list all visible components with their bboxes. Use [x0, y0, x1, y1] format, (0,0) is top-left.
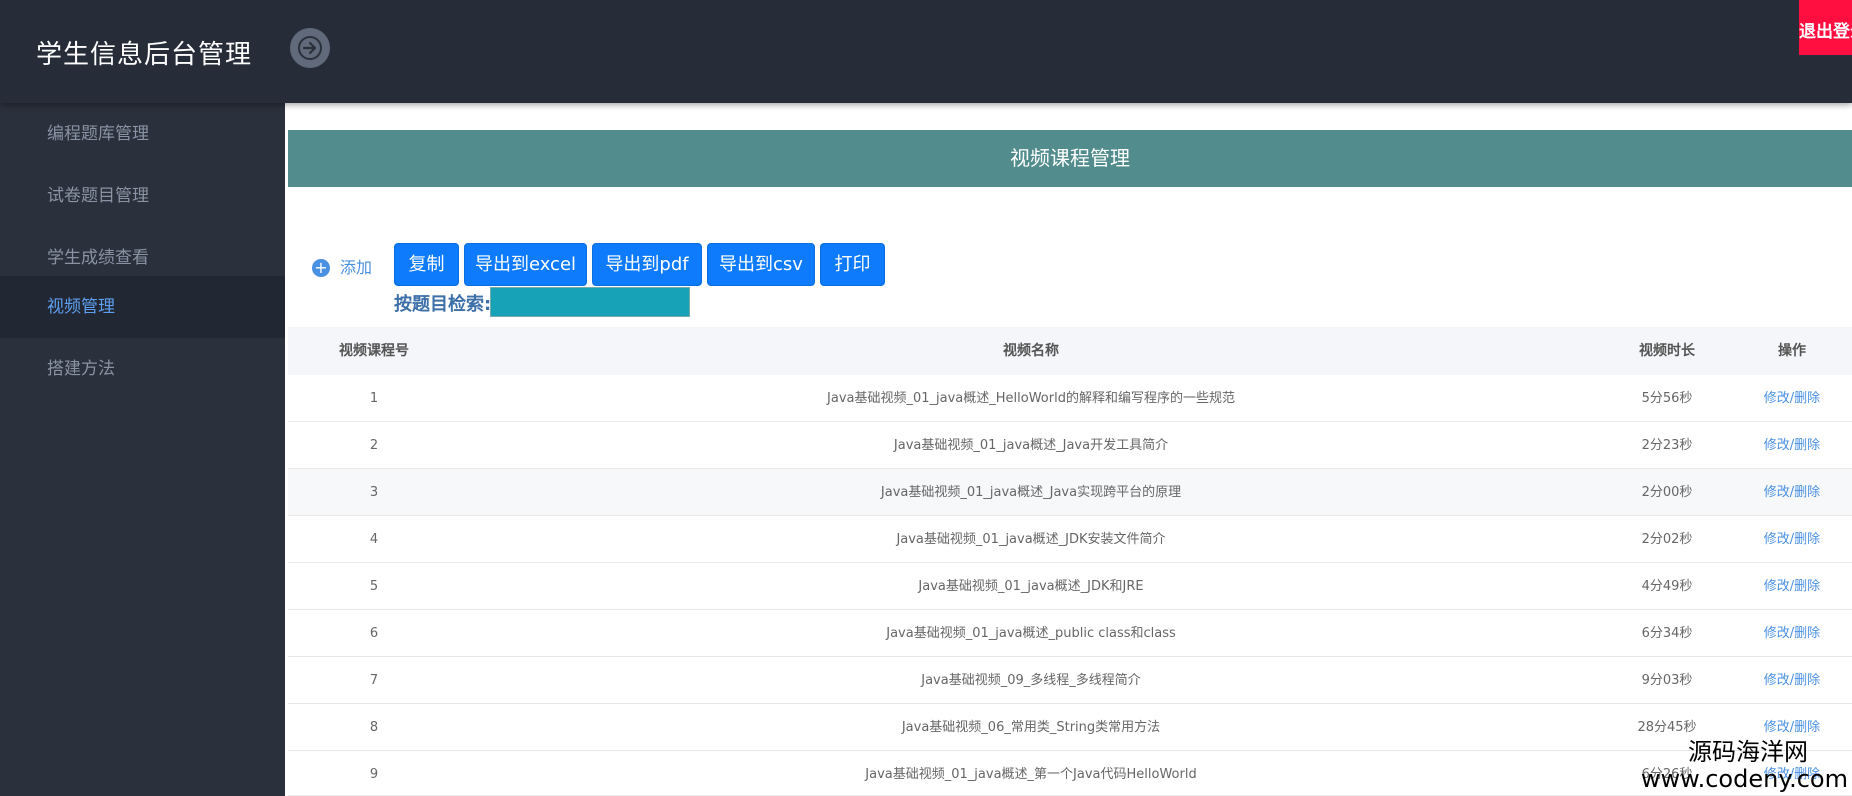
cell-name: Java基础视频_01_java概述_JDK安装文件简介	[896, 532, 1166, 547]
cell-id: 8	[369, 720, 379, 735]
arrow-right-icon	[298, 36, 322, 60]
top-header: 学生信息后台管理 退出登录	[0, 0, 1852, 103]
edit-delete-link[interactable]: 修改/删除	[1732, 422, 1852, 469]
sidebar-item-video-management[interactable]: 视频管理	[0, 276, 285, 338]
column-header-id[interactable]: 视频课程号	[288, 327, 460, 375]
cell-name: Java基础视频_01_java概述_HelloWorld的解释和编写程序的一些…	[827, 391, 1235, 406]
edit-delete-link[interactable]: 修改/删除	[1732, 657, 1852, 704]
plus-circle-icon: +	[312, 259, 330, 277]
cell-duration: 2分23秒	[1641, 438, 1693, 453]
cell-name: Java基础视频_06_常用类_String类常用方法	[901, 720, 1161, 735]
cell-name: Java基础视频_01_java概述_JDK和JRE	[918, 579, 1144, 594]
cell-id: 3	[369, 485, 379, 500]
table-row: 5 Java基础视频_01_java概述_JDK和JRE 4分49秒 修改/删除	[288, 563, 1852, 610]
cell-name: Java基础视频_01_java概述_Java实现跨平台的原理	[880, 485, 1182, 500]
column-header-name[interactable]: 视频名称	[460, 327, 1602, 375]
watermark: 源码海洋网 www.codeny.com	[1641, 738, 1848, 792]
table-row: 2 Java基础视频_01_java概述_Java开发工具简介 2分23秒 修改…	[288, 422, 1852, 469]
cell-name: Java基础视频_01_java概述_public class和class	[886, 626, 1176, 641]
main-content: 视频课程管理 + 添加 复制 导出到excel 导出到pdf 导出到csv 打印…	[285, 103, 1852, 796]
table-row: 6 Java基础视频_01_java概述_public class和class …	[288, 610, 1852, 657]
cell-duration: 5分56秒	[1641, 391, 1693, 406]
table-row: 7 Java基础视频_09_多线程_多线程简介 9分03秒 修改/删除	[288, 657, 1852, 704]
sidebar-item-code-bank[interactable]: 编程题库管理	[0, 103, 285, 165]
cell-id: 9	[369, 767, 379, 782]
cell-id: 2	[369, 438, 379, 453]
cell-name: Java基础视频_01_java概述_第一个Java代码HelloWorld	[865, 767, 1197, 782]
cell-duration: 6分34秒	[1641, 626, 1693, 641]
cell-id: 4	[369, 532, 379, 547]
cell-duration: 9分03秒	[1641, 673, 1693, 688]
edit-delete-link[interactable]: 修改/删除	[1732, 516, 1852, 563]
cell-id: 1	[369, 391, 379, 406]
cell-id: 7	[369, 673, 379, 688]
table-row: 4 Java基础视频_01_java概述_JDK安装文件简介 2分02秒 修改/…	[288, 516, 1852, 563]
panel-title: 视频课程管理	[288, 130, 1852, 187]
copy-button[interactable]: 复制	[394, 243, 459, 286]
cell-duration: 4分49秒	[1641, 579, 1693, 594]
column-header-actions: 操作	[1778, 343, 1806, 359]
add-button[interactable]: + 添加	[312, 253, 372, 279]
table-row: 8 Java基础视频_06_常用类_String类常用方法 28分45秒 修改/…	[288, 704, 1852, 751]
cell-id: 6	[369, 626, 379, 641]
add-label: 添加	[340, 258, 373, 277]
search-label: 按题目检索:	[394, 294, 492, 315]
edit-delete-link[interactable]: 修改/删除	[1732, 469, 1852, 516]
print-button[interactable]: 打印	[820, 243, 885, 286]
app-title: 学生信息后台管理	[36, 40, 253, 70]
watermark-site-name: 源码海洋网	[1688, 738, 1808, 766]
sidebar: 编程题库管理 试卷题目管理 学生成绩查看 视频管理 搭建方法	[0, 103, 285, 796]
table-row: 3 Java基础视频_01_java概述_Java实现跨平台的原理 2分00秒 …	[288, 469, 1852, 516]
edit-delete-link[interactable]: 修改/删除	[1732, 375, 1852, 422]
table-row: 1 Java基础视频_01_java概述_HelloWorld的解释和编写程序的…	[288, 375, 1852, 422]
search-input[interactable]	[490, 287, 690, 317]
sidebar-item-exam-questions[interactable]: 试卷题目管理	[0, 165, 285, 227]
cell-name: Java基础视频_01_java概述_Java开发工具简介	[893, 438, 1169, 453]
edit-delete-link[interactable]: 修改/删除	[1732, 610, 1852, 657]
table-row: 9 Java基础视频_01_java概述_第一个Java代码HelloWorld…	[288, 751, 1852, 796]
export-csv-button[interactable]: 导出到csv	[707, 243, 815, 286]
watermark-url: www.codeny.com	[1640, 765, 1848, 793]
column-header-duration[interactable]: 视频时长	[1602, 327, 1732, 375]
export-pdf-button[interactable]: 导出到pdf	[592, 243, 702, 286]
edit-delete-link[interactable]: 修改/删除	[1732, 563, 1852, 610]
export-excel-button[interactable]: 导出到excel	[464, 243, 587, 286]
cell-duration: 2分00秒	[1641, 485, 1693, 500]
sidebar-item-setup-method[interactable]: 搭建方法	[0, 338, 285, 400]
cell-id: 5	[369, 579, 379, 594]
cell-name: Java基础视频_09_多线程_多线程简介	[921, 673, 1141, 688]
logout-button[interactable]: 退出登录	[1799, 0, 1852, 55]
sidebar-toggle-button[interactable]	[290, 28, 330, 68]
table-header: 视频课程号 视频名称 视频时长 操作	[288, 327, 1852, 375]
cell-duration: 2分02秒	[1641, 532, 1693, 547]
